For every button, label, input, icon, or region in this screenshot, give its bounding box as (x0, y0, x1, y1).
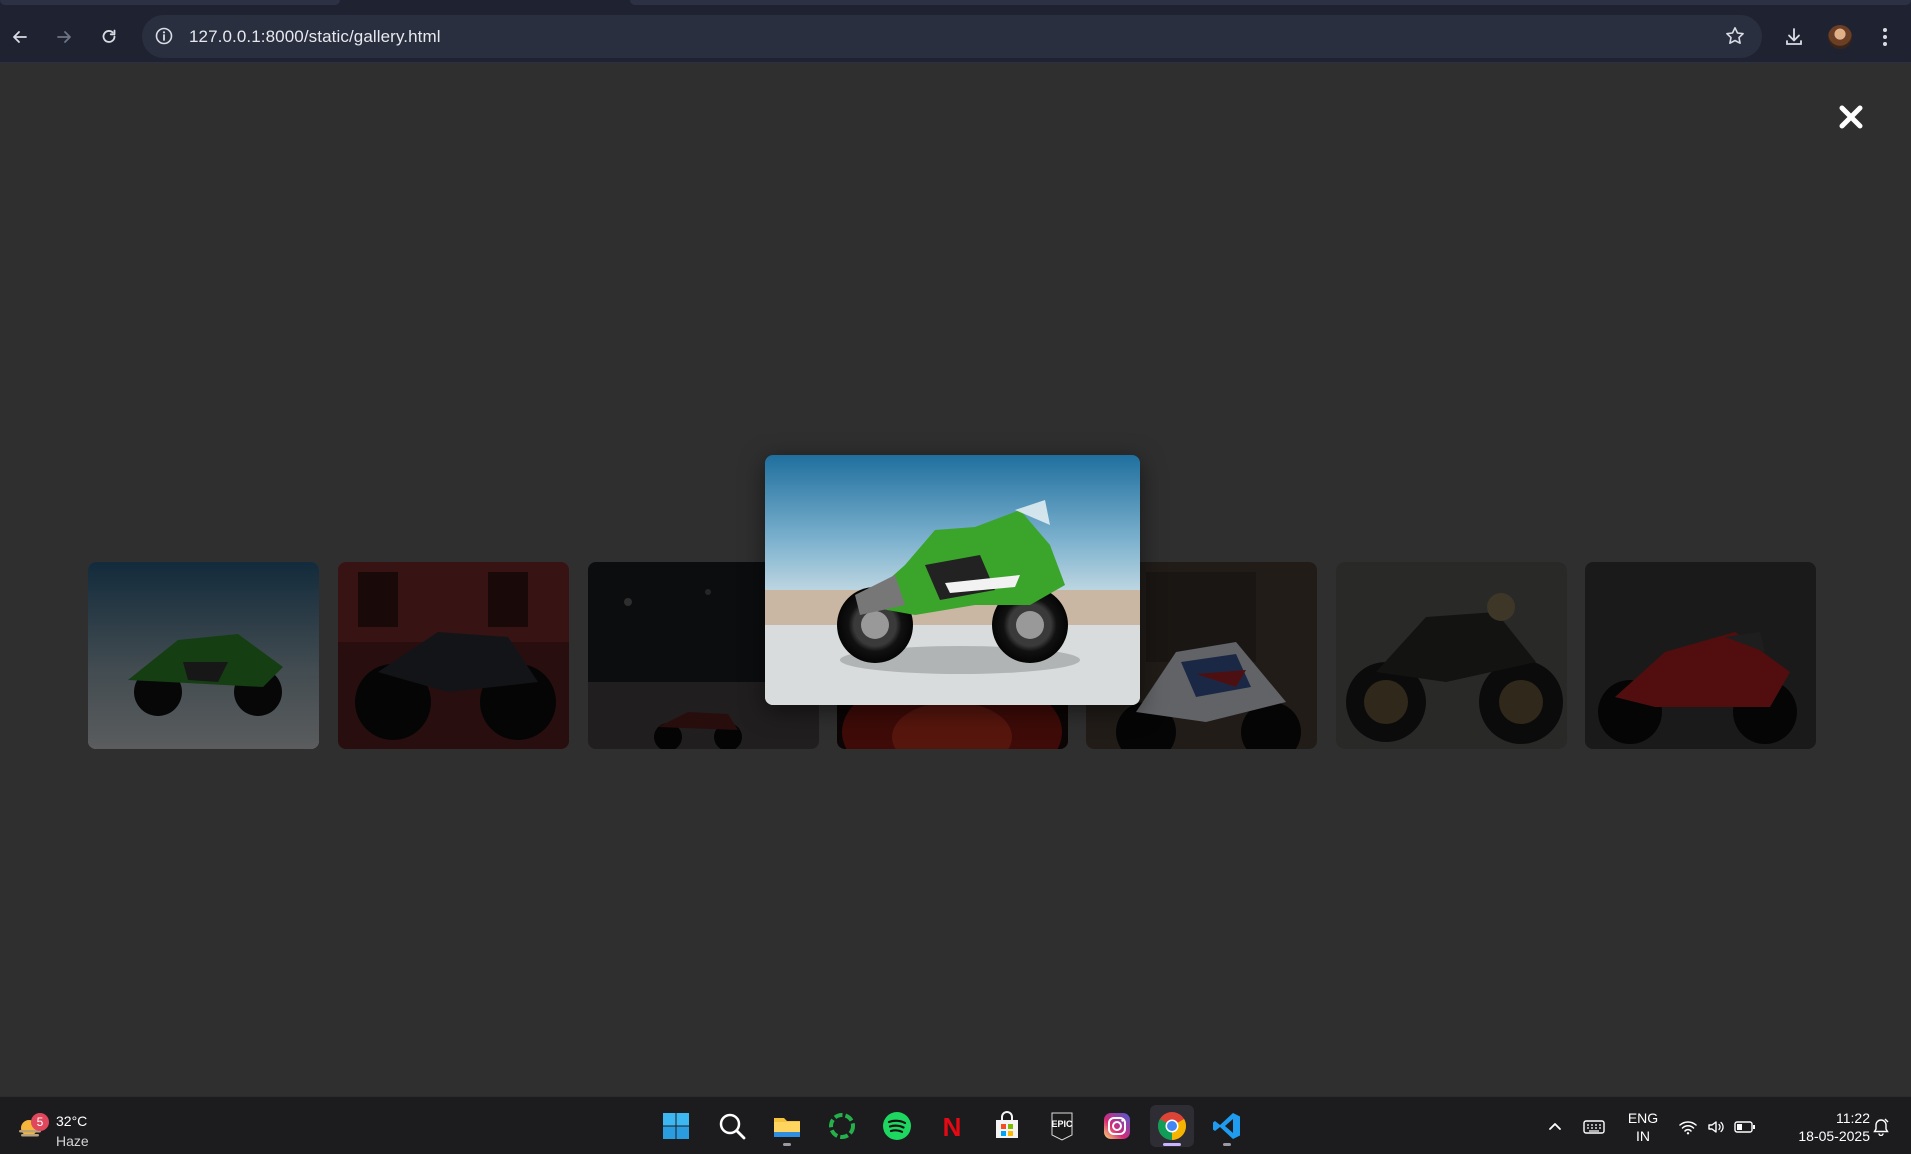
focused-image[interactable] (765, 455, 1140, 705)
notification-badge: 5 (31, 1113, 49, 1131)
netflix-button[interactable]: N (930, 1105, 974, 1147)
reload-icon (102, 29, 116, 43)
clock-date: 18-05-2025 (1798, 1128, 1870, 1144)
weather-widget[interactable]: 5 32°C Haze (14, 1107, 124, 1149)
region-code: IN (1636, 1128, 1650, 1144)
search-icon (719, 1113, 746, 1140)
url-text[interactable]: 127.0.0.1:8000/static/gallery.html (189, 27, 441, 47)
spotify-icon (883, 1112, 911, 1140)
downloads-button[interactable] (1777, 20, 1811, 54)
tab-edge[interactable] (630, 0, 1911, 5)
chrome-button[interactable] (1150, 1105, 1194, 1147)
close-icon[interactable] (1833, 99, 1869, 135)
epic-games-button[interactable]: EPIC (1040, 1105, 1084, 1147)
windows-taskbar: 5 32°C Haze N EPIC ENG IN 11:22 18-05-20… (0, 1096, 1911, 1154)
volume-status[interactable] (1704, 1107, 1728, 1147)
wifi-icon (1679, 1121, 1697, 1135)
volume-icon (1708, 1121, 1724, 1133)
file-explorer-icon (774, 1118, 800, 1137)
language-indicator[interactable]: ENG IN (1618, 1109, 1668, 1145)
chrome-icon (1158, 1112, 1186, 1140)
gallery-thumbnail[interactable] (88, 562, 319, 749)
star-icon[interactable] (1724, 25, 1746, 47)
info-icon[interactable] (154, 26, 174, 46)
forward-button[interactable] (47, 20, 81, 54)
network-status[interactable] (1676, 1107, 1700, 1147)
instagram-icon (1104, 1113, 1130, 1139)
notification-bell-icon (1873, 1118, 1889, 1136)
refresh-app-icon (829, 1113, 855, 1139)
refresh-app-button[interactable] (820, 1105, 864, 1147)
kebab-menu-icon (1883, 28, 1887, 46)
reload-button[interactable] (92, 20, 126, 54)
clock-time: 11:22 (1836, 1110, 1870, 1126)
weather-temp: 32°C (56, 1113, 88, 1129)
arrow-right-icon (57, 31, 71, 43)
avatar (1828, 25, 1852, 49)
chevron-up-icon (1549, 1123, 1561, 1130)
netflix-label: N (943, 1112, 962, 1142)
battery-icon (1734, 1121, 1755, 1133)
gallery-thumbnail[interactable] (338, 562, 569, 749)
running-indicator (1163, 1143, 1181, 1146)
touch-keyboard-button[interactable] (1578, 1107, 1610, 1147)
start-icon (663, 1113, 689, 1139)
back-button[interactable] (3, 20, 37, 54)
start-button[interactable] (654, 1105, 698, 1147)
vscode-icon (1213, 1113, 1240, 1139)
store-button[interactable] (985, 1105, 1029, 1147)
keyboard-icon (1583, 1120, 1605, 1134)
show-hidden-icons[interactable] (1540, 1107, 1570, 1147)
menu-button[interactable] (1868, 20, 1902, 54)
gallery-page (0, 64, 1911, 1096)
gallery-thumbnail[interactable] (1336, 562, 1567, 749)
battery-status[interactable] (1732, 1107, 1758, 1147)
address-bar[interactable]: 127.0.0.1:8000/static/gallery.html (142, 15, 1762, 58)
file-explorer-button[interactable] (765, 1105, 809, 1147)
netflix-icon: N (943, 1112, 962, 1142)
search-button[interactable] (710, 1105, 754, 1147)
tab-edge[interactable] (0, 0, 340, 5)
language-code: ENG (1627, 1110, 1659, 1126)
vscode-button[interactable] (1205, 1105, 1249, 1147)
spotify-button[interactable] (875, 1105, 919, 1147)
tab-strip (0, 0, 1911, 12)
epic-label: EPIC (1051, 1119, 1073, 1129)
running-indicator (1223, 1143, 1231, 1146)
system-clock[interactable]: 11:22 18-05-2025 (1772, 1109, 1870, 1145)
instagram-button[interactable] (1095, 1105, 1139, 1147)
epic-games-icon: EPIC (1051, 1112, 1073, 1141)
notification-center[interactable] (1866, 1107, 1896, 1147)
arrow-left-icon (13, 31, 27, 43)
focused-image-content (765, 455, 1140, 705)
profile-button[interactable] (1823, 20, 1857, 54)
running-indicator (783, 1143, 791, 1146)
store-icon (996, 1111, 1018, 1138)
weather-condition: Haze (56, 1133, 89, 1149)
gallery-thumbnail[interactable] (1585, 562, 1816, 749)
browser-toolbar: 127.0.0.1:8000/static/gallery.html (0, 12, 1911, 63)
download-icon (1786, 28, 1802, 45)
